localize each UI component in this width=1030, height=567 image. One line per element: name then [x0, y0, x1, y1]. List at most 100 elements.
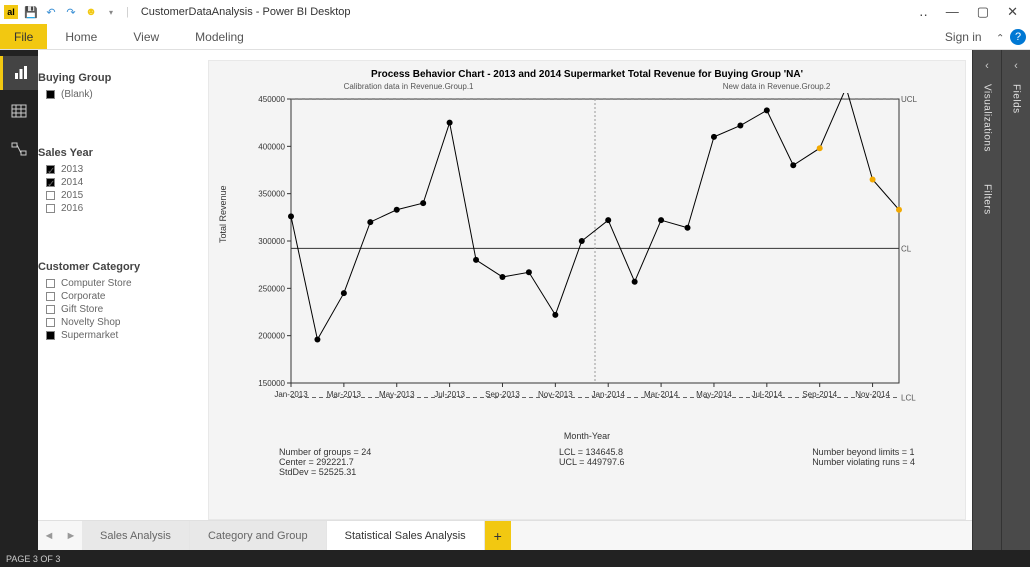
svg-text:450000: 450000	[258, 95, 285, 104]
chart-svg: 1500002000002500003000003500004000004500…	[247, 93, 927, 413]
svg-text:UCL: UCL	[901, 95, 918, 104]
svg-text:200000: 200000	[258, 332, 285, 341]
prev-page-button[interactable]: ◄	[38, 526, 60, 546]
slicer-item-2014[interactable]: ✓ 2014	[38, 176, 208, 189]
view-switcher-rail	[0, 50, 38, 550]
svg-text:350000: 350000	[258, 190, 285, 199]
report-view-icon	[13, 65, 29, 81]
checkbox-icon: ✓	[46, 178, 55, 187]
svg-text:250000: 250000	[258, 284, 285, 293]
slicer-label: Novelty Shop	[61, 317, 120, 328]
slicer-buying-group-title: Buying Group	[38, 72, 208, 84]
ribbon: File Home View Modeling Sign in ⌄ ?	[0, 24, 1030, 50]
svg-text:CL: CL	[901, 244, 912, 253]
more-icon[interactable]: ‥	[919, 4, 928, 20]
slicer-label: (Blank)	[61, 89, 93, 100]
page-tab-bar: ◄ ► Sales Analysis Category and Group St…	[38, 520, 972, 550]
checkbox-icon	[46, 204, 55, 213]
slicer-item-supermarket[interactable]: Supermarket	[38, 329, 208, 342]
slicer-item-computer-store[interactable]: Computer Store	[38, 277, 208, 290]
quick-access-toolbar: aI 💾 ↶ ↷ ☻ ▾ |	[4, 5, 131, 19]
slicer-item-2016[interactable]: 2016	[38, 202, 208, 215]
visualizations-pane-collapsed[interactable]: ‹ Visualizations Filters	[972, 50, 1001, 550]
minimize-button[interactable]: —	[946, 4, 959, 20]
separator: |	[126, 6, 129, 18]
slicer-item-corporate[interactable]: Corporate	[38, 290, 208, 303]
chart-plot-area: Total Revenue 15000020000025000030000035…	[247, 93, 927, 413]
report-view-button[interactable]	[0, 56, 38, 90]
checkbox-icon	[46, 90, 55, 99]
slicer-panel: Buying Group (Blank) Sales Year ✓2013 ✓2…	[38, 60, 208, 520]
slicer-item-novelty-shop[interactable]: Novelty Shop	[38, 316, 208, 329]
stats-right: Number beyond limits = 1 Number violatin…	[812, 447, 915, 477]
slicer-customer-category-title: Customer Category	[38, 261, 208, 273]
smiley-icon[interactable]: ☻	[84, 5, 98, 19]
calibration-label: Calibration data in Revenue.Group.1	[344, 82, 474, 91]
checkbox-icon	[46, 279, 55, 288]
report-canvas: Buying Group (Blank) Sales Year ✓2013 ✓2…	[38, 50, 972, 520]
window-controls: ‥ — ▢ ✕	[919, 4, 1026, 20]
stat-line: Center = 292221.7	[279, 457, 371, 467]
visualizations-label: Visualizations	[982, 84, 993, 152]
stats-left: Number of groups = 24 Center = 292221.7 …	[279, 447, 371, 477]
model-view-button[interactable]	[0, 132, 38, 166]
slicer-sales-year-title: Sales Year	[38, 147, 208, 159]
slicer-item-blank[interactable]: (Blank)	[38, 88, 208, 101]
sign-in-label: Sign in	[945, 30, 982, 44]
svg-text:400000: 400000	[258, 142, 285, 151]
canvas-wrapper: Buying Group (Blank) Sales Year ✓2013 ✓2…	[38, 50, 972, 550]
slicer-item-gift-store[interactable]: Gift Store	[38, 303, 208, 316]
data-view-button[interactable]	[0, 94, 38, 128]
sign-in-button[interactable]: Sign in	[931, 24, 996, 49]
slicer-label: Corporate	[61, 291, 105, 302]
slicer-label: 2016	[61, 203, 83, 214]
ribbon-tab-view[interactable]: View	[115, 24, 177, 49]
checkbox-icon	[46, 331, 55, 340]
page-tab-category-and-group[interactable]: Category and Group	[190, 521, 327, 550]
slicer-label: 2014	[61, 177, 83, 188]
stat-line: StdDev = 52525.31	[279, 467, 371, 477]
data-view-icon	[11, 103, 27, 119]
svg-text:300000: 300000	[258, 237, 285, 246]
slicer-label: Supermarket	[61, 330, 118, 341]
save-icon[interactable]: 💾	[24, 5, 38, 19]
restore-button[interactable]: ▢	[977, 4, 989, 20]
slicer-label: 2015	[61, 190, 83, 201]
chart-visual[interactable]: Process Behavior Chart - 2013 and 2014 S…	[208, 60, 966, 520]
slicer-label: Gift Store	[61, 304, 103, 315]
fields-label: Fields	[1011, 84, 1022, 114]
stat-line: LCL = 134645.8	[559, 447, 624, 457]
fields-pane-collapsed[interactable]: ‹ Fields	[1001, 50, 1030, 550]
ribbon-tab-home[interactable]: Home	[47, 24, 115, 49]
stat-line: Number violating runs = 4	[812, 457, 915, 467]
checkbox-icon	[46, 292, 55, 301]
page-tab-sales-analysis[interactable]: Sales Analysis	[82, 521, 190, 550]
stat-line: Number beyond limits = 1	[812, 447, 915, 457]
next-page-button[interactable]: ►	[60, 526, 82, 546]
add-page-button[interactable]: +	[485, 521, 511, 550]
qat-dropdown-icon[interactable]: ▾	[104, 5, 118, 19]
slicer-item-2015[interactable]: 2015	[38, 189, 208, 202]
chart-stats: Number of groups = 24 Center = 292221.7 …	[279, 447, 915, 477]
slicer-label: 2013	[61, 164, 83, 175]
redo-icon[interactable]: ↷	[64, 5, 78, 19]
collapse-ribbon-icon[interactable]: ⌄	[996, 31, 1004, 42]
stat-line: Number of groups = 24	[279, 447, 371, 457]
slicer-item-2013[interactable]: ✓2013	[38, 163, 208, 176]
help-icon[interactable]: ?	[1010, 29, 1026, 45]
chart-subtitle-row: Calibration data in Revenue.Group.1 New …	[219, 82, 955, 91]
stats-mid: LCL = 134645.8 UCL = 449797.6	[559, 447, 624, 477]
right-panes: ‹ Visualizations Filters ‹ Fields	[972, 50, 1030, 550]
filters-label: Filters	[982, 184, 993, 215]
checkbox-icon	[46, 191, 55, 200]
file-tab[interactable]: File	[0, 24, 47, 49]
ribbon-tab-modeling[interactable]: Modeling	[177, 24, 262, 49]
main-area: Buying Group (Blank) Sales Year ✓2013 ✓2…	[0, 50, 1030, 550]
page-tab-statistical-sales-analysis[interactable]: Statistical Sales Analysis	[327, 521, 485, 550]
slicer-label: Computer Store	[61, 278, 132, 289]
new-data-label: New data in Revenue.Group.2	[723, 82, 831, 91]
x-axis-title: Month-Year	[219, 431, 955, 441]
stat-line: UCL = 449797.6	[559, 457, 624, 467]
undo-icon[interactable]: ↶	[44, 5, 58, 19]
close-button[interactable]: ✕	[1007, 4, 1018, 20]
